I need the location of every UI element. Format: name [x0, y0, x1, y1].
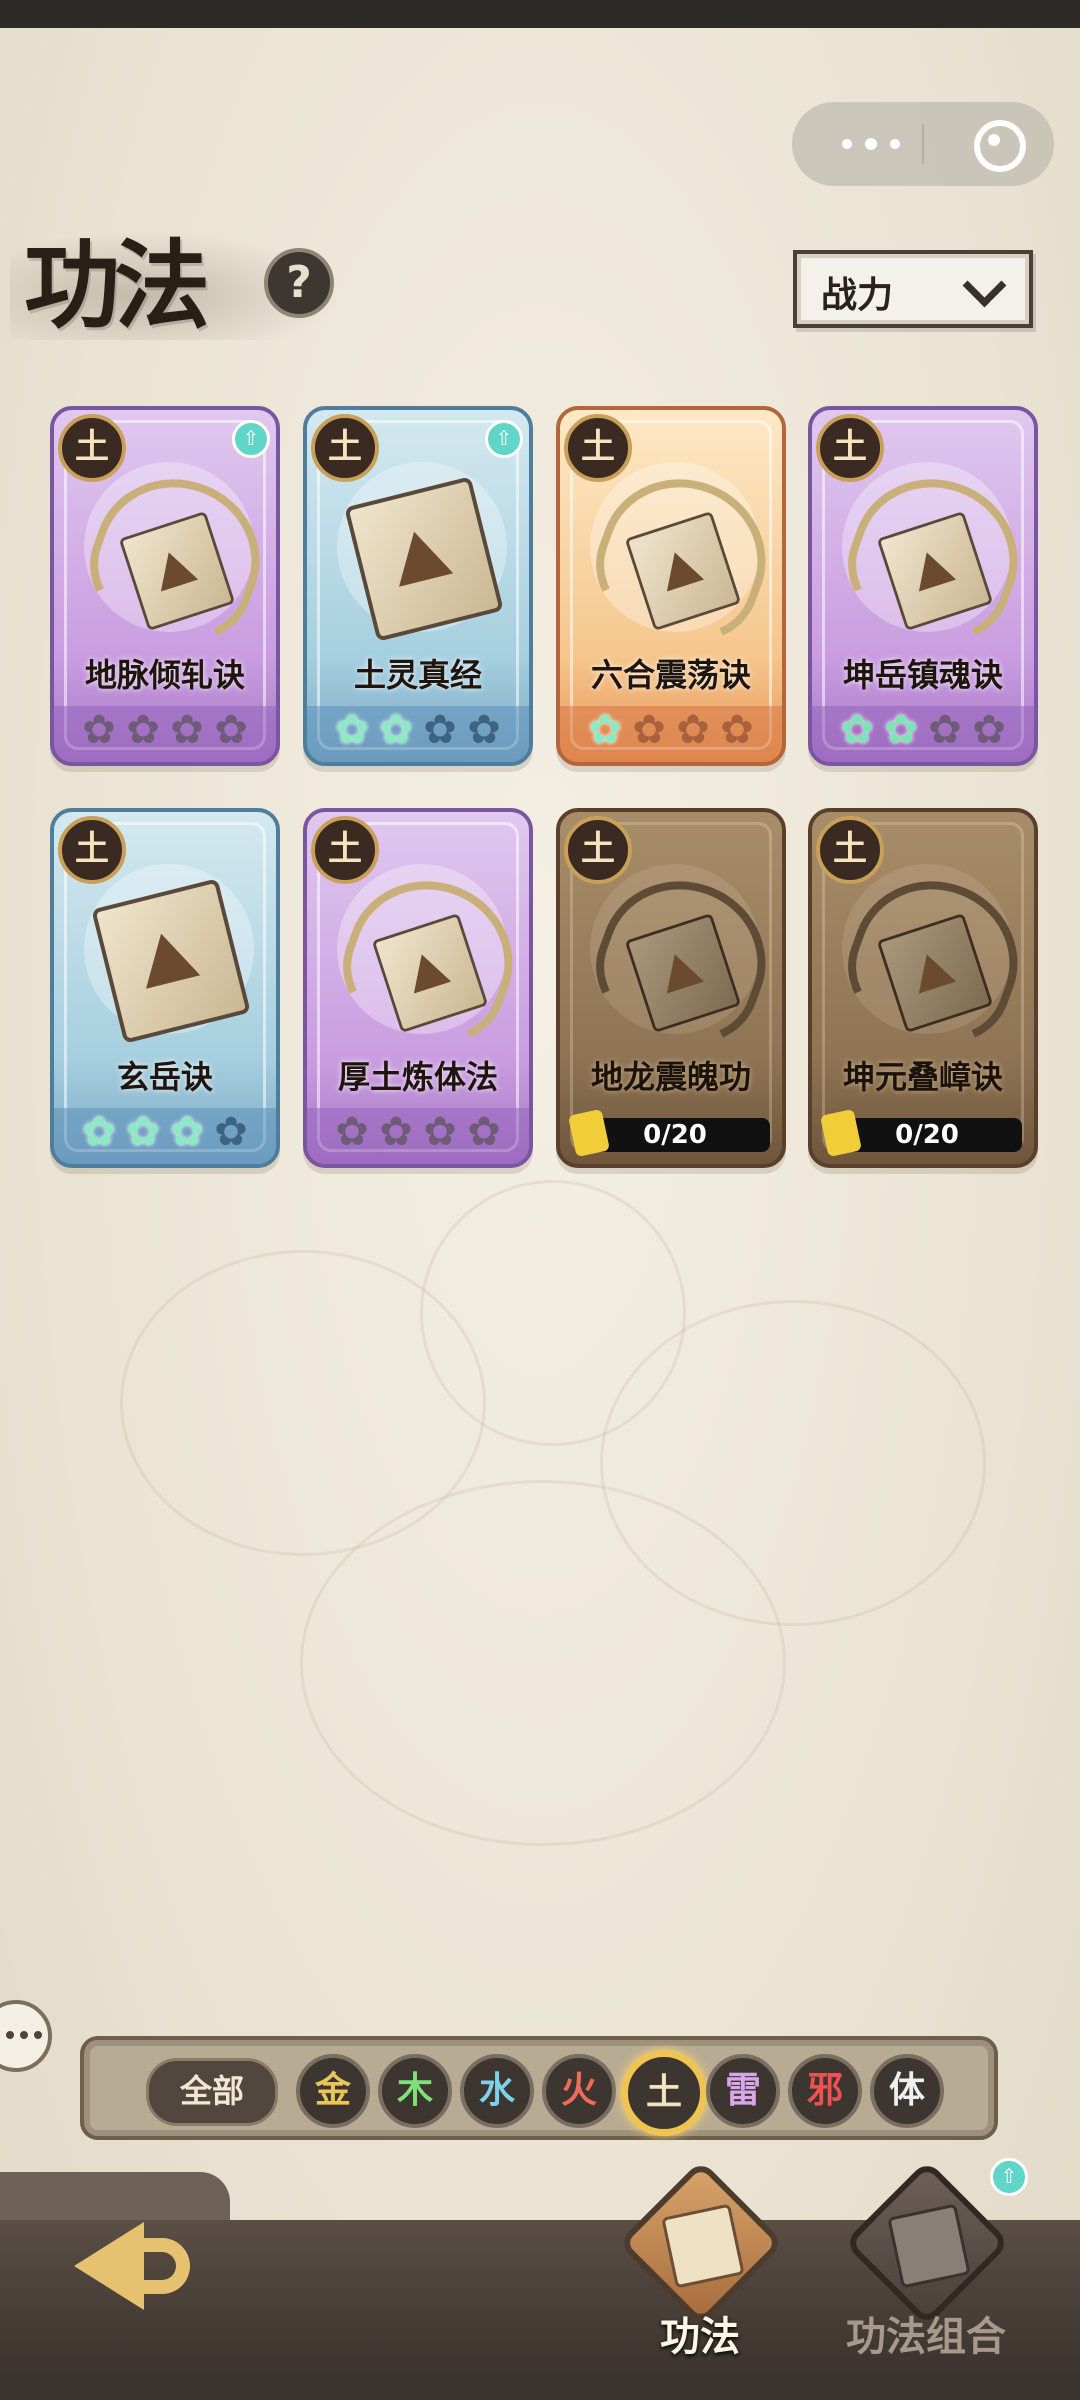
- empty-star-icon: ✿: [423, 707, 457, 753]
- element-badge: 土: [311, 816, 379, 884]
- technique-card[interactable]: 土坤岳镇魂诀 ✿ ✿ ✿ ✿: [808, 406, 1038, 766]
- chevron-down-icon: [962, 263, 1007, 308]
- question-mark-icon[interactable]: ?: [264, 248, 334, 318]
- sort-dropdown[interactable]: 战力: [793, 250, 1033, 328]
- back-arrow-icon[interactable]: [60, 2196, 200, 2336]
- star-rating: ✿ ✿ ✿ ✿: [54, 1108, 276, 1164]
- empty-star-icon: ✿: [126, 707, 160, 753]
- filled-star-icon: ✿: [588, 707, 622, 753]
- technique-card[interactable]: 土地龙震魄功 0/20: [556, 808, 786, 1168]
- card-name: 地脉倾轧诀: [84, 656, 245, 694]
- element-badge: 土: [564, 414, 632, 482]
- filled-star-icon: ✿: [335, 707, 369, 753]
- empty-star-icon: ✿: [170, 707, 204, 753]
- upgrade-arrow-icon: ⇧: [232, 420, 270, 458]
- fragment-count: 0/20: [643, 1120, 707, 1150]
- empty-star-icon: ✿: [423, 1109, 457, 1155]
- empty-star-icon: ✿: [632, 707, 666, 753]
- element-badge: 土: [311, 414, 379, 482]
- page-header: 功法 ?: [10, 190, 340, 342]
- empty-star-icon: ✿: [82, 707, 116, 753]
- tab-technique-combo[interactable]: 功法组合: [826, 2159, 1026, 2370]
- element-badge: 土: [816, 816, 884, 884]
- star-rating: ✿ ✿ ✿ ✿: [560, 706, 782, 762]
- empty-star-icon: ✿: [335, 1109, 369, 1155]
- background-cloud-pattern: [300, 1480, 786, 1846]
- empty-star-icon: ✿: [928, 707, 962, 753]
- page-title: 功法: [24, 229, 210, 342]
- filter-element-button[interactable]: 木: [378, 2054, 452, 2128]
- card-name: 坤岳镇魂诀: [842, 656, 1003, 694]
- empty-star-icon: ✿: [720, 707, 754, 753]
- sort-label: 战力: [821, 275, 894, 316]
- empty-star-icon: ✿: [214, 1109, 248, 1155]
- status-bar: [0, 0, 1080, 28]
- card-name: 六合震荡诀: [590, 656, 751, 694]
- technique-card[interactable]: 土 ⇧ 土灵真经 ✿ ✿ ✿ ✿: [303, 406, 533, 766]
- filter-element-button[interactable]: 体: [870, 2054, 944, 2128]
- card-name: 地龙震魄功: [590, 1058, 751, 1096]
- more-icon[interactable]: [820, 102, 920, 186]
- empty-star-icon: ✿: [676, 707, 710, 753]
- miniprogram-capsule: [792, 102, 1054, 186]
- element-badge: 土: [564, 816, 632, 884]
- card-name: 玄岳诀: [116, 1058, 213, 1096]
- empty-star-icon: ✿: [467, 1109, 501, 1155]
- technique-card[interactable]: 土玄岳诀 ✿ ✿ ✿ ✿: [50, 808, 280, 1168]
- empty-star-icon: ✿: [214, 707, 248, 753]
- card-name: 土灵真经: [353, 656, 482, 694]
- empty-star-icon: ✿: [379, 1109, 413, 1155]
- filter-element-button[interactable]: 火: [542, 2054, 616, 2128]
- card-name: 坤元叠嶂诀: [842, 1058, 1003, 1096]
- technique-card[interactable]: 土 ⇧ 地脉倾轧诀 ✿ ✿ ✿ ✿: [50, 406, 280, 766]
- element-filter-bar: 全部 金木水火土雷邪体: [80, 2036, 998, 2140]
- element-badge: 土: [58, 414, 126, 482]
- fragment-progress: 0/20: [568, 1108, 770, 1158]
- tab-techniques[interactable]: 功法: [600, 2159, 800, 2370]
- fragment-count: 0/20: [895, 1120, 959, 1150]
- system-gesture-bar: [0, 2372, 1080, 2400]
- upgrade-arrow-icon: ⇧: [485, 420, 523, 458]
- star-rating: ✿ ✿ ✿ ✿: [812, 706, 1034, 762]
- tab-label: 功法: [660, 2314, 740, 2360]
- star-rating: ✿ ✿ ✿ ✿: [307, 706, 529, 762]
- close-target-icon[interactable]: [944, 102, 1044, 186]
- star-rating: ✿ ✿ ✿ ✿: [307, 1108, 529, 1164]
- filter-element-button[interactable]: 金: [296, 2054, 370, 2128]
- fragment-progress: 0/20: [820, 1108, 1022, 1158]
- filled-star-icon: ✿: [884, 707, 918, 753]
- filter-element-button[interactable]: 雷: [706, 2054, 780, 2128]
- chat-bubble-icon[interactable]: [0, 2000, 52, 2072]
- filled-star-icon: ✿: [840, 707, 874, 753]
- technique-card[interactable]: 土坤元叠嶂诀 0/20: [808, 808, 1038, 1168]
- technique-card[interactable]: 土厚土炼体法 ✿ ✿ ✿ ✿: [303, 808, 533, 1168]
- filter-element-button[interactable]: 邪: [788, 2054, 862, 2128]
- card-name: 厚土炼体法: [337, 1058, 498, 1096]
- empty-star-icon: ✿: [467, 707, 501, 753]
- upgrade-arrow-icon: ⇧: [990, 2158, 1028, 2196]
- empty-star-icon: ✿: [972, 707, 1006, 753]
- filled-star-icon: ✿: [170, 1109, 204, 1155]
- element-badge: 土: [816, 414, 884, 482]
- tab-label: 功法组合: [846, 2314, 1006, 2360]
- technique-card[interactable]: 土六合震荡诀 ✿ ✿ ✿ ✿: [556, 406, 786, 766]
- star-rating: ✿ ✿ ✿ ✿: [54, 706, 276, 762]
- filled-star-icon: ✿: [82, 1109, 116, 1155]
- element-badge: 土: [58, 816, 126, 884]
- filter-element-button[interactable]: 水: [460, 2054, 534, 2128]
- filled-star-icon: ✿: [379, 707, 413, 753]
- filter-all-button[interactable]: 全部: [146, 2058, 278, 2126]
- filled-star-icon: ✿: [126, 1109, 160, 1155]
- filter-element-button[interactable]: 土: [621, 2050, 707, 2136]
